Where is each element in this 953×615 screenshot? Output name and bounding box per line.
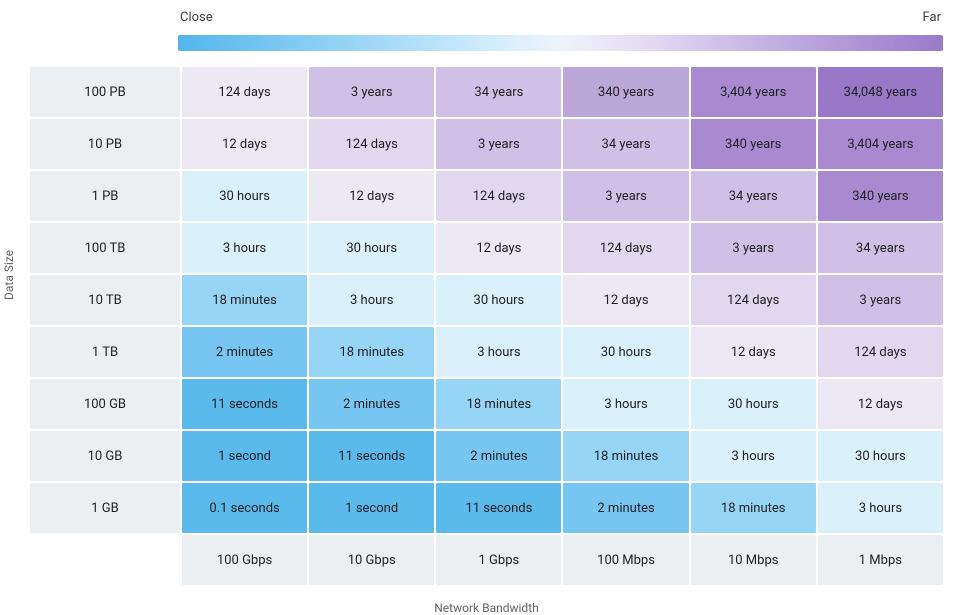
heatmap-cell: 34,048 years [818,67,943,117]
heatmap-cell: 3 years [818,275,943,325]
heatmap-cell: 30 hours [182,171,307,221]
row-header: 1 PB [30,171,180,221]
heatmap-cell: 30 hours [691,379,816,429]
heatmap-cell: 18 minutes [436,379,561,429]
row-header: 10 GB [30,431,180,481]
heatmap-cell: 124 days [563,223,688,273]
heatmap-cell: 11 seconds [436,483,561,533]
heatmap-cell: 3 years [436,119,561,169]
heatmap-cell: 3 hours [436,327,561,377]
heatmap-container: Data Size Close Far 100 PB124 days3 year… [0,0,953,612]
heatmap-cell: 12 days [309,171,434,221]
heatmap-cell: 340 years [818,171,943,221]
heatmap-cell: 18 minutes [309,327,434,377]
heatmap-cell: 18 minutes [691,483,816,533]
row-header: 10 TB [30,275,180,325]
heatmap-cell: 2 minutes [563,483,688,533]
heatmap-cell: 11 seconds [309,431,434,481]
heatmap-cell: 34 years [436,67,561,117]
heatmap-cell: 12 days [182,119,307,169]
heatmap-cell: 12 days [436,223,561,273]
col-header: 10 Gbps [309,535,434,585]
heatmap-cell: 1 second [182,431,307,481]
heatmap-cell: 30 hours [309,223,434,273]
legend: Close Far [178,10,943,29]
heatmap-cell: 34 years [563,119,688,169]
col-header: 100 Mbps [563,535,688,585]
heatmap-cell: 0.1 seconds [182,483,307,533]
heatmap-cell: 30 hours [436,275,561,325]
heatmap-cell: 2 minutes [182,327,307,377]
heatmap-cell: 124 days [182,67,307,117]
heatmap-cell: 34 years [818,223,943,273]
heatmap-cell: 12 days [563,275,688,325]
heatmap-cell: 3,404 years [691,67,816,117]
heatmap-cell: 124 days [436,171,561,221]
heatmap-cell: 3 hours [563,379,688,429]
row-header: 100 GB [30,379,180,429]
corner-blank [30,535,180,585]
heatmap-cell: 3 hours [818,483,943,533]
heatmap-cell: 11 seconds [182,379,307,429]
y-axis-label: Data Size [2,250,16,300]
heatmap-cell: 340 years [563,67,688,117]
heatmap-cell: 1 second [309,483,434,533]
heatmap-cell: 2 minutes [436,431,561,481]
heatmap-table: 100 PB124 days3 years34 years340 years3,… [28,65,945,587]
col-header: 1 Gbps [436,535,561,585]
row-header: 100 TB [30,223,180,273]
heatmap-cell: 30 hours [818,431,943,481]
heatmap-cell: 3 hours [691,431,816,481]
heatmap-cell: 30 hours [563,327,688,377]
heatmap-cell: 18 minutes [563,431,688,481]
heatmap-cell: 34 years [691,171,816,221]
row-header: 1 TB [30,327,180,377]
col-header: 100 Gbps [182,535,307,585]
heatmap-cell: 3 hours [309,275,434,325]
heatmap-cell: 3,404 years [818,119,943,169]
col-header: 1 Mbps [818,535,943,585]
heatmap-cell: 12 days [691,327,816,377]
heatmap-cell: 3 years [691,223,816,273]
row-header: 100 PB [30,67,180,117]
heatmap-cell: 124 days [818,327,943,377]
heatmap-cell: 18 minutes [182,275,307,325]
heatmap-cell: 12 days [818,379,943,429]
heatmap-cell: 3 years [309,67,434,117]
legend-high: Far [921,10,943,29]
row-header: 1 GB [30,483,180,533]
heatmap-cell: 124 days [691,275,816,325]
heatmap-cell: 3 hours [182,223,307,273]
col-header: 10 Mbps [691,535,816,585]
x-axis-label: Network Bandwidth [28,601,945,615]
heatmap-cell: 3 years [563,171,688,221]
legend-low: Close [178,10,215,29]
heatmap-cell: 2 minutes [309,379,434,429]
legend-gradient [178,35,943,51]
row-header: 10 PB [30,119,180,169]
heatmap-cell: 340 years [691,119,816,169]
heatmap-cell: 124 days [309,119,434,169]
